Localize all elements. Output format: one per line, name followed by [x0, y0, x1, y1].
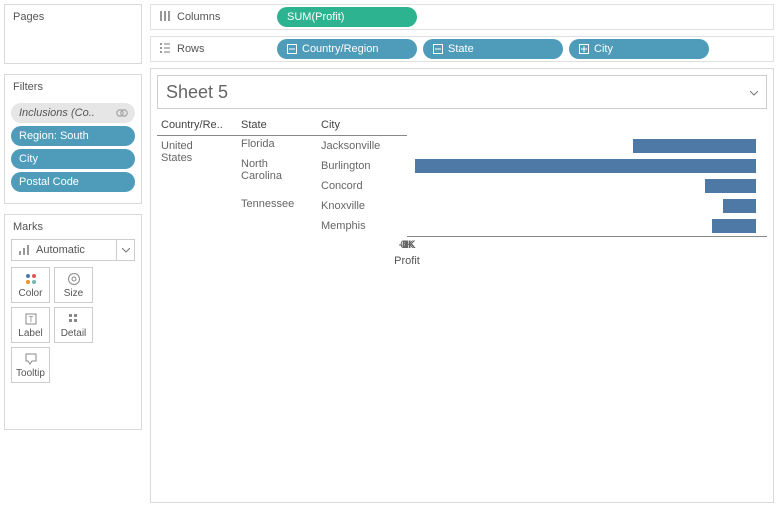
minus-box-icon: [433, 44, 443, 54]
columns-shelf[interactable]: Columns SUM(Profit): [150, 4, 774, 30]
minus-box-icon: [287, 44, 297, 54]
axis-label: Profit: [394, 255, 420, 267]
marks-card: Marks Automatic ColorSizeTLabelDetailToo…: [4, 214, 142, 430]
bar-row: [407, 216, 767, 236]
rows-label: Rows: [177, 43, 205, 55]
viz-panel: Sheet 5 Country/Re.. State City UnitedSt…: [150, 68, 774, 503]
state-label[interactable]: NorthCarolina: [237, 156, 317, 196]
filters-title: Filters: [5, 75, 141, 99]
bar-row: [407, 196, 767, 216]
columns-label: Columns: [177, 11, 220, 23]
rows-pill-2[interactable]: City: [569, 39, 709, 59]
header-country[interactable]: Country/Re..: [157, 117, 237, 136]
marks-type-dropdown[interactable]: Automatic: [11, 239, 135, 261]
filter-pill-3[interactable]: Postal Code: [11, 172, 135, 192]
color-icon: [24, 272, 38, 286]
label-icon: T: [24, 312, 38, 326]
city-label[interactable]: Burlington: [317, 156, 407, 176]
filter-pill-0[interactable]: Inclusions (Co..: [11, 103, 135, 123]
rows-pill-1[interactable]: State: [423, 39, 563, 59]
filter-pill-1[interactable]: Region: South: [11, 126, 135, 146]
pages-card: Pages: [4, 4, 142, 64]
header-state[interactable]: State: [237, 117, 317, 136]
axis-tick: 0K: [400, 239, 413, 251]
bar[interactable]: [415, 159, 756, 173]
city-label[interactable]: Jacksonville: [317, 136, 407, 156]
pages-title: Pages: [5, 5, 141, 29]
filters-card: Filters Inclusions (Co.. Region: South Cit…: [4, 74, 142, 204]
city-label[interactable]: Memphis: [317, 216, 407, 236]
filter-pill-2[interactable]: City: [11, 149, 135, 169]
bar-row: [407, 156, 767, 176]
country-label[interactable]: UnitedStates: [157, 136, 237, 237]
rows-icon: [159, 42, 171, 57]
columns-pill-0[interactable]: SUM(Profit): [277, 7, 417, 27]
bar[interactable]: [712, 219, 757, 233]
mark-size-button[interactable]: Size: [54, 267, 93, 303]
automatic-icon: [18, 244, 30, 256]
bar[interactable]: [633, 139, 757, 153]
tooltip-icon: [24, 352, 38, 366]
state-label[interactable]: Florida: [237, 136, 317, 156]
rows-pill-0[interactable]: Country/Region: [277, 39, 417, 59]
detail-icon: [67, 312, 81, 326]
chevron-down-icon[interactable]: [750, 83, 758, 101]
city-label[interactable]: Concord: [317, 176, 407, 196]
sheet-title-bar[interactable]: Sheet 5: [157, 75, 767, 109]
set-icon: [115, 106, 129, 120]
plus-box-icon: [579, 44, 589, 54]
bar-row: [407, 136, 767, 156]
sheet-title: Sheet 5: [166, 82, 228, 103]
mark-detail-button[interactable]: Detail: [54, 307, 93, 343]
city-label[interactable]: Knoxville: [317, 196, 407, 216]
mark-tooltip-button[interactable]: Tooltip: [11, 347, 50, 383]
bar-row: [407, 176, 767, 196]
header-city[interactable]: City: [317, 117, 407, 136]
bar[interactable]: [705, 179, 756, 193]
marks-title: Marks: [5, 215, 141, 239]
columns-icon: [159, 10, 171, 25]
mark-label-button[interactable]: TLabel: [11, 307, 50, 343]
svg-text:T: T: [28, 315, 33, 324]
mark-color-button[interactable]: Color: [11, 267, 50, 303]
chevron-down-icon[interactable]: [116, 240, 134, 260]
state-label[interactable]: Tennessee: [237, 196, 317, 236]
bar[interactable]: [723, 199, 756, 213]
size-icon: [67, 272, 81, 286]
marks-type-label: Automatic: [36, 244, 85, 256]
rows-shelf[interactable]: Rows Country/Region State City: [150, 36, 774, 62]
